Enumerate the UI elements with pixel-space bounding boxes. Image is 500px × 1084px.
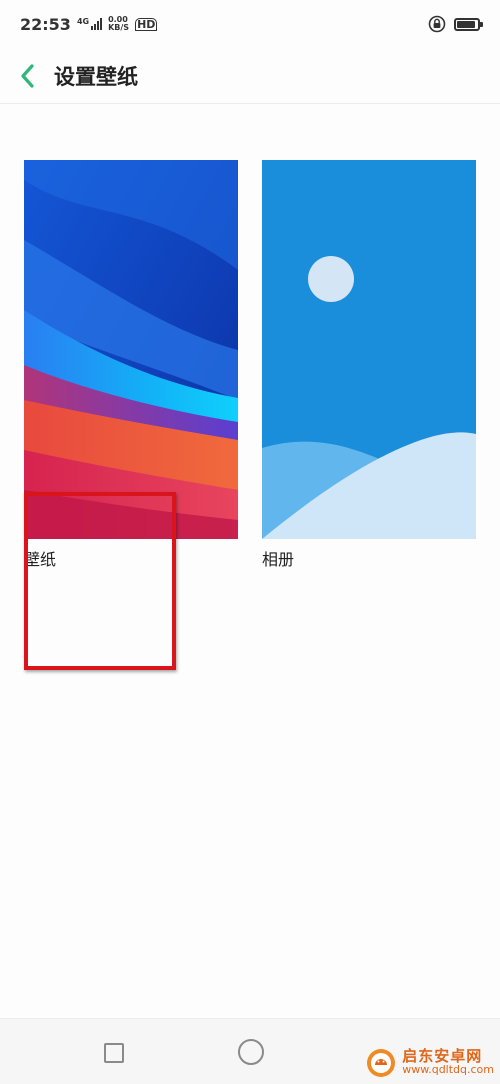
hd-icon: HD bbox=[135, 17, 158, 31]
status-left: 22:53 4G 0.00 KB/S HD bbox=[20, 14, 158, 34]
watermark-name: 启东安卓网 bbox=[402, 1047, 483, 1065]
rotation-lock-icon bbox=[428, 15, 446, 33]
status-right bbox=[428, 15, 483, 33]
image-placeholder-icon bbox=[262, 160, 476, 539]
home-icon[interactable] bbox=[238, 1039, 264, 1065]
highlight-box bbox=[24, 492, 176, 670]
watermark-logo-icon bbox=[367, 1049, 396, 1077]
status-time: 22:53 bbox=[20, 14, 71, 34]
page-header: 设置壁纸 bbox=[0, 48, 500, 104]
network-speed-unit: KB/S bbox=[108, 23, 130, 32]
chevron-left-icon bbox=[21, 63, 34, 88]
watermark: 启东安卓网 www.qdltdq.com bbox=[366, 1048, 494, 1078]
signal-icon: 4G bbox=[76, 17, 103, 30]
recent-apps-icon[interactable] bbox=[104, 1043, 124, 1063]
network-speed: 0.00 KB/S bbox=[108, 16, 129, 32]
status-bar: 22:53 4G 0.00 KB/S HD bbox=[0, 0, 500, 48]
album-tile[interactable] bbox=[262, 160, 476, 539]
wallpaper-preview-image bbox=[24, 160, 238, 539]
page-title: 设置壁纸 bbox=[54, 64, 138, 89]
wallpaper-tile[interactable] bbox=[24, 160, 238, 539]
back-button[interactable] bbox=[14, 56, 40, 96]
watermark-text: 启东安卓网 www.qdltdq.com bbox=[402, 1049, 494, 1077]
network-type: 4G bbox=[76, 17, 90, 26]
album-tile-label: 相册 bbox=[262, 550, 295, 569]
battery-icon bbox=[454, 17, 483, 31]
wallpaper-settings-screen: 22:53 4G 0.00 KB/S HD 设置壁纸 壁纸 相册 启东安卓网 w… bbox=[0, 0, 500, 1084]
watermark-url: www.qdltdq.com bbox=[402, 1063, 494, 1076]
